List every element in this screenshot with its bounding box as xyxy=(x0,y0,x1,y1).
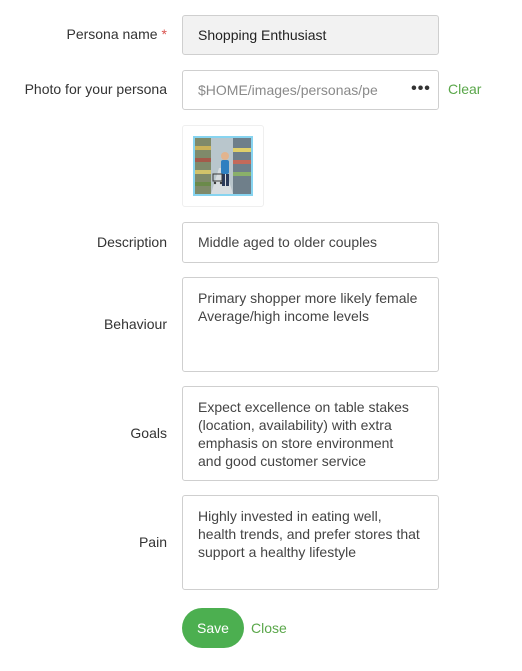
close-link[interactable]: Close xyxy=(251,620,287,636)
goals-label: Goals xyxy=(130,425,167,441)
persona-name-label: Persona name * xyxy=(66,26,167,42)
goals-textarea[interactable]: Expect excellence on table stakes (locat… xyxy=(182,386,439,481)
shopper-photo-icon xyxy=(195,138,251,194)
pain-textarea[interactable]: Highly invested in eating well, health t… xyxy=(182,495,439,590)
description-input[interactable]: Middle aged to older couples xyxy=(182,222,439,263)
pain-label: Pain xyxy=(138,534,167,550)
persona-name-input[interactable]: Shopping Enthusiast xyxy=(182,15,439,55)
description-label: Description xyxy=(96,234,167,250)
persona-form: Persona name * Shopping Enthusiast Photo … xyxy=(0,0,522,671)
save-button[interactable]: Save xyxy=(182,608,244,648)
photo-label: Photo for your persona xyxy=(24,81,167,97)
behaviour-label: Behaviour xyxy=(103,316,167,332)
behaviour-textarea[interactable]: Primary shopper more likely female Avera… xyxy=(182,277,439,372)
required-marker: * xyxy=(161,26,167,42)
clear-photo-link[interactable]: Clear xyxy=(448,81,481,97)
photo-thumbnail-frame xyxy=(182,125,264,207)
browse-more-icon[interactable]: ••• xyxy=(410,70,432,110)
photo-thumbnail[interactable] xyxy=(193,136,253,196)
persona-name-label-text: Persona name xyxy=(66,26,158,42)
photo-path-input[interactable]: $HOME/images/personas/pe xyxy=(182,70,439,110)
